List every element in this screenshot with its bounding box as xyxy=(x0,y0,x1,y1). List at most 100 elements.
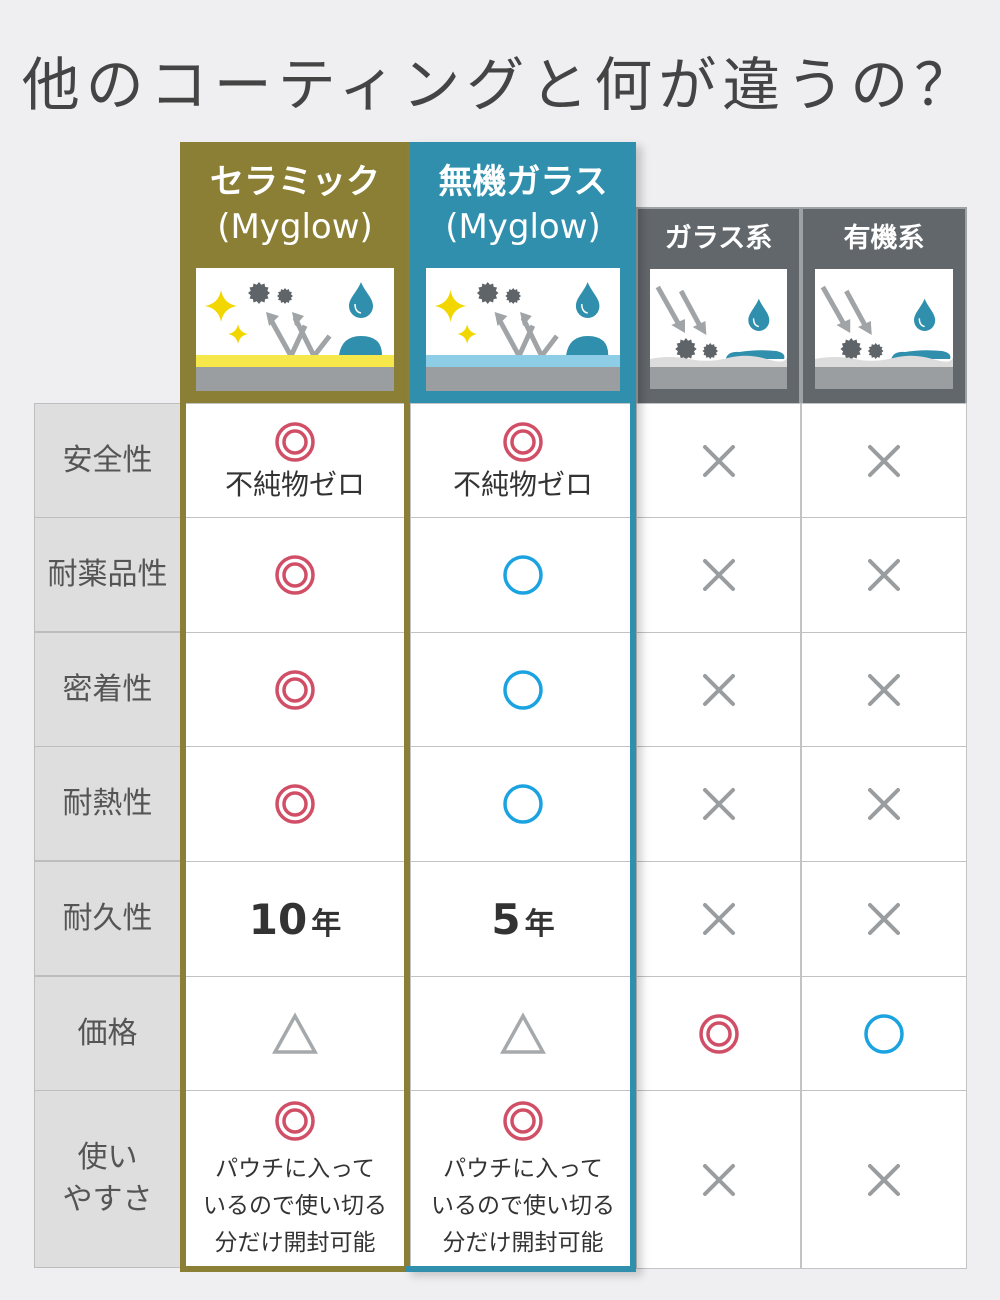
absorb-arrow-icon xyxy=(820,285,869,329)
double-circle-icon xyxy=(698,1014,739,1054)
table-cell xyxy=(636,976,801,1092)
double-circle-icon xyxy=(275,670,315,710)
cell-note: 不純物ゼロ xyxy=(224,468,365,501)
circle-icon xyxy=(503,784,543,824)
table-cell xyxy=(636,861,801,977)
table-cell xyxy=(636,632,801,748)
double-circle-icon xyxy=(275,555,315,595)
table-cell xyxy=(410,746,636,862)
cell-note-line: いるので使い切る xyxy=(431,1193,615,1219)
dirt-particle-icon xyxy=(277,288,293,304)
column-header-glass-type: ガラス系 xyxy=(636,207,801,405)
double-circle-icon xyxy=(275,784,315,824)
cross-icon xyxy=(702,445,735,477)
column-name: セラミック xyxy=(210,162,380,202)
sparkle-icon xyxy=(457,324,477,344)
durability-value: 5年 xyxy=(491,894,555,944)
water-bead-icon xyxy=(339,336,382,355)
cross-icon xyxy=(868,1163,900,1196)
double-circle-icon xyxy=(503,1101,543,1141)
row-label: 耐薬品性 xyxy=(34,517,181,632)
table-cell xyxy=(801,1090,967,1269)
dirt-particle-icon xyxy=(675,338,697,360)
table-cell xyxy=(801,746,967,862)
sparkle-icon xyxy=(228,324,248,344)
inorganic-glass-repel-illustration xyxy=(426,268,620,391)
cell-note-line: パウチに入って xyxy=(443,1156,603,1182)
dirt-particle-icon xyxy=(505,288,522,304)
reflect-arrow-icon xyxy=(267,316,332,362)
row-label-text: 耐熱性 xyxy=(62,785,153,821)
row-label-text: 密着性 xyxy=(62,671,153,707)
row-label: 密着性 xyxy=(34,632,181,747)
cross-icon xyxy=(868,903,900,935)
cross-icon xyxy=(868,788,900,820)
cell-note-line: 分だけ開封可能 xyxy=(214,1230,376,1256)
table-cell: パウチに入って いるので使い切る 分だけ開封可能 xyxy=(410,1090,636,1269)
table-cell: 不純物ゼロ xyxy=(180,403,410,519)
row-label-text: 安全性 xyxy=(62,442,153,478)
table-cell xyxy=(410,632,636,748)
cross-icon xyxy=(868,445,900,477)
cross-icon xyxy=(702,903,735,935)
table-cell: 不純物ゼロ xyxy=(410,403,636,519)
reflect-arrow-icon xyxy=(496,316,559,362)
glass-type-absorb-illustration xyxy=(650,269,787,389)
cell-note-line: 分だけ開封可能 xyxy=(442,1230,604,1256)
row-label: 使い やすさ xyxy=(34,1090,181,1268)
dirt-particle-icon xyxy=(248,282,270,304)
row-label: 価格 xyxy=(34,976,181,1091)
dirt-particle-icon xyxy=(702,343,719,359)
triangle-icon xyxy=(272,1012,318,1054)
cross-icon xyxy=(702,1163,735,1196)
table-cell xyxy=(801,976,967,1092)
row-label: 耐熱性 xyxy=(34,746,181,861)
column-name: ガラス系 xyxy=(664,223,773,254)
cell-note-line: いるので使い切る xyxy=(203,1193,387,1219)
column-header-ceramic: セラミック (Myglow) xyxy=(180,142,410,405)
row-label: 安全性 xyxy=(34,403,181,518)
double-circle-icon xyxy=(275,422,315,462)
table-cell xyxy=(801,403,967,519)
table-cell xyxy=(636,517,801,633)
circle-icon xyxy=(864,1014,904,1054)
cell-note-line: パウチに入って xyxy=(215,1156,375,1182)
triangle-icon xyxy=(500,1012,546,1054)
dirt-particle-icon xyxy=(867,343,884,359)
cross-icon xyxy=(868,674,900,706)
double-circle-icon xyxy=(503,422,543,462)
durability-value: 10 年 xyxy=(248,894,342,944)
table-cell xyxy=(636,746,801,862)
table-cell xyxy=(180,517,410,633)
table-cell: 10 年 xyxy=(180,861,410,977)
durability-unit: 年 xyxy=(524,906,555,942)
cross-icon xyxy=(702,674,735,706)
table-cell xyxy=(636,1090,801,1269)
table-cell xyxy=(180,746,410,862)
table-cell xyxy=(801,861,967,977)
table-cell xyxy=(410,517,636,633)
page-title: 他のコーティングと何が違うの？ xyxy=(21,51,979,119)
cell-note: 不純物ゼロ xyxy=(452,468,593,501)
water-bead-icon xyxy=(566,336,609,355)
column-subname: (Myglow) xyxy=(445,207,601,247)
table-cell: 5年 xyxy=(410,861,636,977)
table-cell xyxy=(801,517,967,633)
column-header-organic-type: 有機系 xyxy=(801,207,967,405)
column-name: 無機ガラス xyxy=(438,162,608,202)
table-cell xyxy=(180,632,410,748)
column-name: 有機系 xyxy=(843,223,925,254)
circle-icon xyxy=(503,670,543,710)
column-subname: (Myglow) xyxy=(217,207,373,247)
dirt-particle-icon xyxy=(840,338,862,360)
ceramic-coating-repel-illustration xyxy=(196,268,394,391)
circle-icon xyxy=(503,555,543,595)
cross-icon xyxy=(868,559,900,591)
table-cell xyxy=(801,632,967,748)
row-label-text: 価格 xyxy=(77,1015,138,1051)
cross-icon xyxy=(702,788,735,820)
table-cell: パウチに入って いるので使い切る 分だけ開封可能 xyxy=(180,1090,410,1269)
row-label-text: 耐久性 xyxy=(62,900,153,936)
absorb-arrow-icon xyxy=(655,285,703,329)
dirt-particle-icon xyxy=(476,282,499,304)
